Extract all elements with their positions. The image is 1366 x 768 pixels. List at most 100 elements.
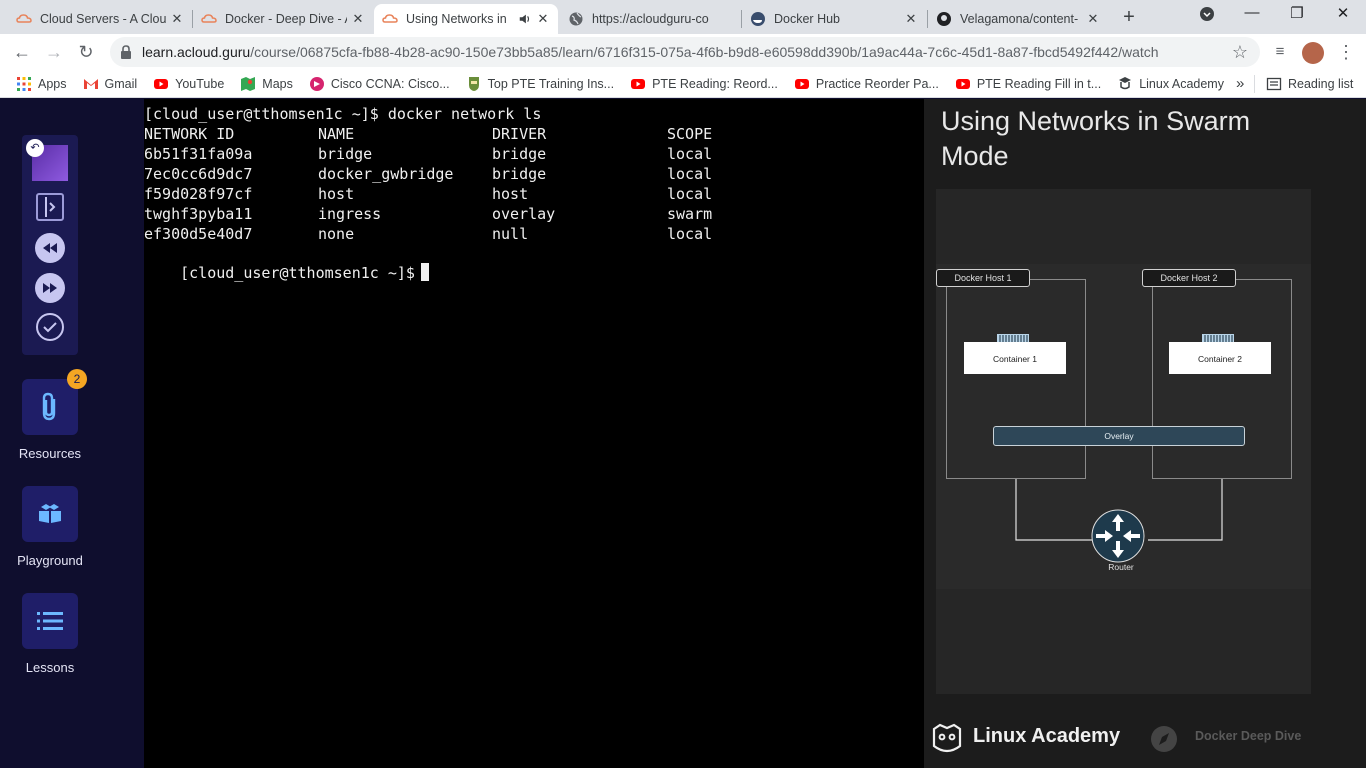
address-bar[interactable]: learn.acloud.guru/course/06875cfa-fb88-4… [110, 37, 1260, 67]
network-driver: bridge [492, 145, 547, 163]
toggle-sidebar-icon[interactable] [36, 193, 64, 221]
close-tab-icon[interactable]: ✕ [170, 11, 184, 27]
resources-badge: 2 [67, 369, 87, 389]
network-driver: bridge [492, 165, 547, 183]
youtube-icon [955, 78, 970, 89]
tab-title: https://acloudguru-co [592, 12, 709, 26]
acloudguru-icon [16, 14, 32, 23]
back-button[interactable]: ← [10, 40, 34, 64]
globe-icon [569, 12, 583, 26]
tab-bar: Cloud Servers - A Clou ✕ Docker - Deep D… [0, 0, 1366, 34]
playground-button[interactable] [22, 486, 78, 542]
paperclip-icon [42, 392, 56, 421]
browser-toolbar: ← → ↻ learn.acloud.guru/course/06875cfa-… [0, 34, 1366, 70]
terminal-video[interactable]: [cloud_user@tthomsen1c ~]$ docker networ… [144, 99, 924, 768]
network-name: ingress [318, 205, 382, 223]
resources-button[interactable] [22, 379, 78, 435]
close-tab-icon[interactable]: ✕ [1086, 11, 1100, 27]
speaker-icon[interactable] [518, 12, 532, 26]
network-name: bridge [318, 145, 373, 163]
list-icon [37, 612, 63, 630]
network-driver: overlay [492, 205, 556, 223]
bookmark-star-icon[interactable]: ☆ [1228, 40, 1252, 64]
rewind-icon[interactable] [35, 233, 65, 263]
minimize-button[interactable]: — [1242, 4, 1262, 21]
bookmark-top-pte[interactable]: Top PTE Training Ins... [466, 76, 614, 92]
bookmark-pte-reading-reorder[interactable]: PTE Reading: Reord... [630, 76, 778, 92]
swarm-network-diagram: Docker Host 1 Docker Host 2 Container 1 … [936, 264, 1311, 589]
container-1: Container 1 [964, 342, 1066, 374]
slide-panel: Using Networks in Swarm Mode Docker Host… [924, 99, 1366, 768]
bookmarks-overflow-button[interactable]: » [1236, 75, 1244, 92]
youtube-icon [154, 78, 169, 89]
profile-avatar[interactable] [1302, 42, 1324, 64]
tab-github-velagamona[interactable]: Velagamona/content- ✕ [928, 4, 1108, 34]
resources-label: Resources [18, 446, 82, 461]
reading-list-button[interactable]: Reading list [1266, 76, 1353, 92]
new-tab-button[interactable]: + [1120, 6, 1138, 29]
close-tab-icon[interactable]: ✕ [904, 11, 918, 27]
bookmark-youtube[interactable]: YouTube [153, 76, 224, 92]
menu-kebab-icon[interactable]: ⋮ [1334, 40, 1358, 64]
tab-title: Docker Hub [774, 12, 840, 26]
media-control-icon[interactable]: ≡ [1268, 40, 1292, 64]
bookmark-label: Maps [262, 76, 293, 91]
fast-forward-icon[interactable] [35, 273, 65, 303]
lessons-button[interactable] [22, 593, 78, 649]
bookmark-label: YouTube [175, 76, 225, 91]
header-network-id: NETWORK ID [144, 125, 235, 143]
terminal-header-row: NETWORK ID NAME DRIVER SCOPE [144, 125, 712, 145]
network-row: 6b51f31fa09a bridge bridge local [144, 145, 712, 165]
playground-label: Playground [17, 553, 83, 568]
network-name: docker_gwbridge [318, 165, 454, 183]
docker-host-2 [1152, 279, 1292, 479]
close-window-button[interactable]: ✕ [1333, 4, 1353, 22]
maps-icon [241, 76, 256, 91]
docker-host-1 [946, 279, 1086, 479]
cisco-icon [309, 76, 324, 91]
course-sidebar: ↶ 2 Resources Playground Lessons [0, 99, 144, 768]
reload-button[interactable]: ↻ [74, 40, 98, 64]
bookmark-cisco-ccna[interactable]: Cisco CCNA: Cisco... [309, 76, 450, 92]
tab-docker-deep-dive[interactable]: Docker - Deep Dive - A ✕ [193, 4, 373, 34]
back-arrow-icon[interactable]: ↶ [26, 139, 44, 157]
network-driver: host [492, 185, 529, 203]
url-path: /course/06875cfa-fb88-4b28-ac90-150e73bb… [250, 44, 1159, 60]
tab-docker-hub[interactable]: Docker Hub ✕ [742, 4, 926, 34]
bookmark-maps[interactable]: Maps [240, 76, 293, 92]
acloudguru-icon [201, 14, 217, 23]
tab-acloudguru-url[interactable]: https://acloudguru-co [560, 4, 740, 34]
bookmark-gmail[interactable]: Gmail [83, 76, 137, 92]
bookmark-apps[interactable]: Apps [16, 76, 67, 92]
bookmark-practice-reorder[interactable]: Practice Reorder Pa... [794, 76, 939, 92]
forward-button[interactable]: → [42, 40, 66, 64]
bookmark-linux-academy[interactable]: Linux Academy [1117, 76, 1224, 92]
close-tab-icon[interactable]: ✕ [351, 11, 365, 27]
header-scope: SCOPE [667, 125, 713, 143]
network-row: f59d028f97cf host host local [144, 185, 712, 205]
network-row: ef300d5e40d7 none null local [144, 225, 712, 245]
maximize-button[interactable]: ❐ [1287, 4, 1307, 22]
mark-complete-icon[interactable] [36, 313, 64, 341]
tab-search-icon[interactable] [1197, 6, 1217, 26]
close-tab-icon[interactable]: ✕ [536, 11, 550, 27]
bookmark-label: PTE Reading Fill in t... [976, 76, 1102, 91]
bookmark-pte-reading-fill[interactable]: PTE Reading Fill in t... [955, 76, 1101, 92]
acloudguru-icon [382, 14, 398, 23]
youtube-icon [794, 78, 809, 89]
docker-icon [751, 12, 765, 26]
network-id: ef300d5e40d7 [144, 225, 253, 243]
tab-title: Cloud Servers - A Clou [40, 12, 166, 26]
lock-icon[interactable] [120, 45, 132, 59]
tab-cloud-servers[interactable]: Cloud Servers - A Clou ✕ [8, 4, 192, 34]
tab-title: Velagamona/content- [960, 12, 1079, 26]
github-icon [937, 12, 951, 26]
tab-using-networks[interactable]: Using Networks in ✕ [374, 4, 558, 34]
terminal-prompt-line: [cloud_user@tthomsen1c ~]$ [144, 245, 429, 282]
tab-title: Using Networks in [406, 12, 507, 26]
course-thumbnail[interactable]: ↶ [26, 139, 68, 181]
pte-icon [468, 76, 479, 91]
network-scope: local [667, 145, 713, 163]
bookmarks-bar: Apps Gmail YouTube Maps Cisco CCNA: Cisc… [0, 70, 1366, 98]
network-scope: local [667, 185, 713, 203]
